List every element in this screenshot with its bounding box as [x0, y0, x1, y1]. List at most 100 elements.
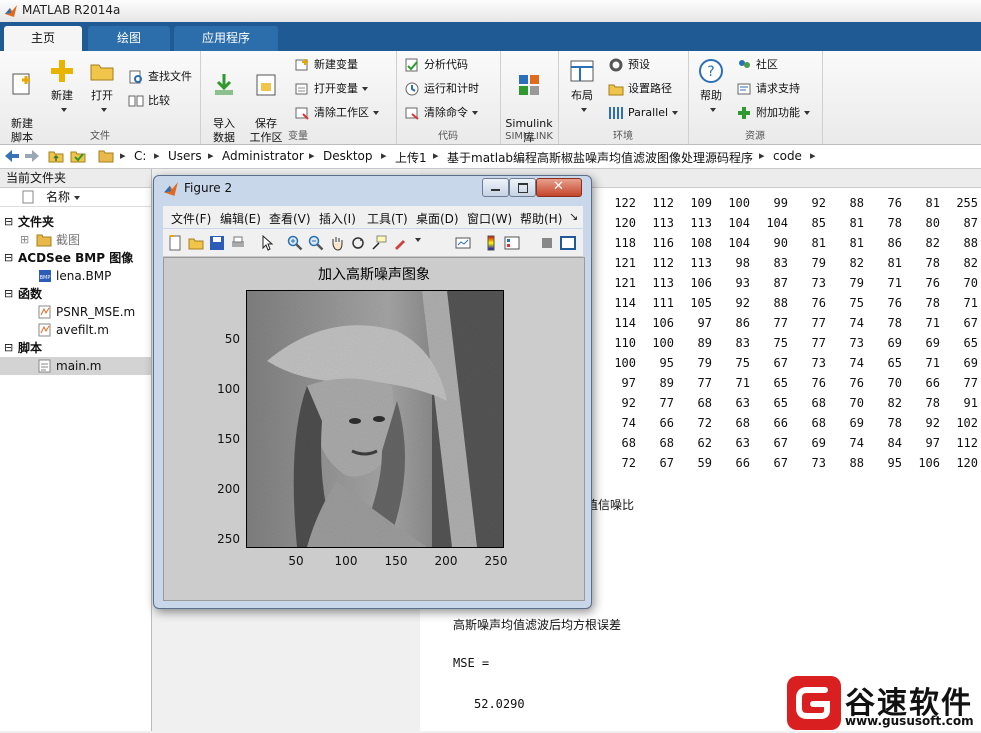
clear-workspace-button[interactable]: 清除工作区: [294, 103, 379, 123]
matrix-cell: 104: [766, 216, 788, 230]
menu-desktop[interactable]: 桌面(D): [416, 210, 459, 227]
analyze-code-button[interactable]: 分析代码: [404, 55, 468, 75]
matrix-cell: 83: [735, 336, 750, 350]
matrix-cell: 67: [773, 356, 788, 370]
path-segment-code[interactable]: code: [773, 149, 802, 163]
tab-plots[interactable]: 绘图: [88, 26, 170, 51]
matrix-cell: 120: [956, 456, 978, 470]
menu-edit[interactable]: 编辑(E): [220, 210, 261, 227]
chevron-down-icon: [101, 108, 107, 112]
set-path-button[interactable]: 设置路径: [608, 79, 672, 99]
path-segment-project[interactable]: 基于matlab编程高斯椒盐噪声均值滤波图像处理源码程序: [447, 149, 753, 166]
up-folder-icon[interactable]: [48, 148, 64, 164]
minimize-button[interactable]: [482, 178, 509, 197]
menu-insert[interactable]: 插入(I): [319, 210, 356, 227]
ribbon: 新建 脚本 新建 打开 查找文件 比较 文件 导入 数据 保存 工作区 新建变量: [0, 51, 981, 145]
file-icon: [22, 190, 34, 204]
tree-item-avefilt[interactable]: avefilt.m: [0, 321, 151, 339]
forward-arrow-icon[interactable]: [24, 149, 40, 163]
close-button[interactable]: ✕: [536, 178, 582, 197]
collapse-icon[interactable]: ⊟: [4, 339, 13, 357]
matrix-cell: 74: [849, 436, 864, 450]
tab-home[interactable]: 主页: [4, 26, 82, 51]
data-cursor-icon[interactable]: [371, 235, 387, 251]
tree-group-functions[interactable]: ⊟ 函数: [0, 285, 151, 303]
tree-item-psnr-mse[interactable]: PSNR_MSE.m: [0, 303, 151, 321]
open-variable-button[interactable]: 打开变量: [294, 79, 368, 99]
matrix-cell: 69: [925, 336, 940, 350]
new-button[interactable]: 新建: [44, 57, 80, 117]
tree-group-folders[interactable]: ⊟ 文件夹: [0, 213, 151, 231]
add-ons-button[interactable]: 附加功能: [736, 103, 810, 123]
preferences-button[interactable]: 预设: [608, 55, 650, 75]
compare-button[interactable]: 比较: [128, 91, 170, 111]
figure-window[interactable]: Figure 2 ✕ 文件(F) 编辑(E) 查看(V) 插入(I) 工具(T)…: [153, 175, 592, 609]
matrix-cell: 99: [773, 196, 788, 210]
matrix-cell: 66: [773, 416, 788, 430]
tree-group-scripts[interactable]: ⊟ 脚本: [0, 339, 151, 357]
matrix-cell: 116: [652, 236, 674, 250]
pan-hand-icon[interactable]: [329, 235, 345, 251]
expand-icon[interactable]: ⊞: [20, 231, 29, 249]
colorbar-icon[interactable]: [483, 235, 499, 251]
matrix-cell: 87: [963, 216, 978, 230]
menu-overflow-icon[interactable]: ↘: [569, 210, 578, 223]
open-file-icon[interactable]: [188, 235, 204, 251]
run-and-time-button[interactable]: 运行和计时: [404, 79, 479, 99]
hide-tools-icon[interactable]: [539, 235, 555, 251]
matrix-cell: 95: [887, 456, 902, 470]
path-segment-user[interactable]: Administrator: [222, 149, 304, 163]
new-variable-button[interactable]: 新建变量: [294, 55, 358, 75]
zoom-out-icon[interactable]: [308, 235, 324, 251]
path-segment-desktop[interactable]: Desktop: [323, 149, 373, 163]
save-icon[interactable]: [209, 235, 225, 251]
tree-item-main-m[interactable]: main.m: [0, 357, 151, 375]
tree-item-lena-bmp[interactable]: BMP lena.BMP: [0, 267, 151, 285]
rotate-3d-icon[interactable]: [350, 235, 366, 251]
layout-button[interactable]: 布局: [564, 57, 600, 117]
matrix-cell: 97: [621, 376, 636, 390]
new-figure-icon[interactable]: [167, 235, 183, 251]
menu-tools[interactable]: 工具(T): [367, 210, 408, 227]
y-tick-label: 200: [217, 482, 240, 496]
community-button[interactable]: 社区: [736, 55, 778, 75]
path-segment-users[interactable]: Users: [168, 149, 202, 163]
tree-item-screenshots-folder[interactable]: ⊞ 截图: [0, 231, 151, 249]
collapse-icon[interactable]: ⊟: [4, 285, 13, 303]
browse-folder-icon[interactable]: [70, 148, 86, 164]
collapse-icon[interactable]: ⊟: [4, 213, 13, 231]
maximize-button[interactable]: [509, 178, 536, 197]
request-support-button[interactable]: 请求支持: [736, 79, 800, 99]
menu-file[interactable]: 文件(F): [171, 210, 211, 227]
help-button[interactable]: ? 帮助: [694, 57, 728, 117]
tree-group-bmp[interactable]: ⊟ ACDSee BMP 图像: [0, 249, 151, 267]
path-separator-icon: ▸: [120, 149, 126, 162]
legend-icon[interactable]: [504, 235, 520, 251]
matrix-cell: 75: [849, 296, 864, 310]
open-button[interactable]: 打开: [84, 57, 120, 117]
dock-figure-icon[interactable]: [560, 235, 576, 251]
menu-help[interactable]: 帮助(H): [520, 210, 562, 227]
find-files-button[interactable]: 查找文件: [128, 67, 192, 87]
link-plot-icon[interactable]: [455, 235, 471, 251]
tab-apps[interactable]: 应用程序: [174, 26, 278, 51]
matrix-cell: 71: [887, 276, 902, 290]
matrix-cell: 74: [849, 356, 864, 370]
path-segment-upload[interactable]: 上传1: [395, 149, 427, 166]
print-icon[interactable]: [230, 235, 246, 251]
name-column-header[interactable]: 名称: [0, 188, 151, 207]
parallel-button[interactable]: Parallel: [608, 103, 679, 123]
path-segment-drive[interactable]: C:: [134, 149, 146, 163]
chevron-down-icon[interactable]: [415, 238, 421, 242]
menu-window[interactable]: 窗口(W): [467, 210, 512, 227]
figure-titlebar[interactable]: Figure 2 ✕: [154, 176, 591, 202]
back-arrow-icon[interactable]: [4, 149, 20, 163]
new-script-icon: [12, 73, 30, 95]
clear-commands-button[interactable]: 清除命令: [404, 103, 478, 123]
zoom-in-icon[interactable]: [287, 235, 303, 251]
plot-axes[interactable]: [246, 290, 504, 548]
select-arrow-icon[interactable]: [259, 235, 275, 251]
menu-view[interactable]: 查看(V): [269, 210, 311, 227]
brush-icon[interactable]: [392, 235, 408, 251]
collapse-icon[interactable]: ⊟: [4, 249, 13, 267]
